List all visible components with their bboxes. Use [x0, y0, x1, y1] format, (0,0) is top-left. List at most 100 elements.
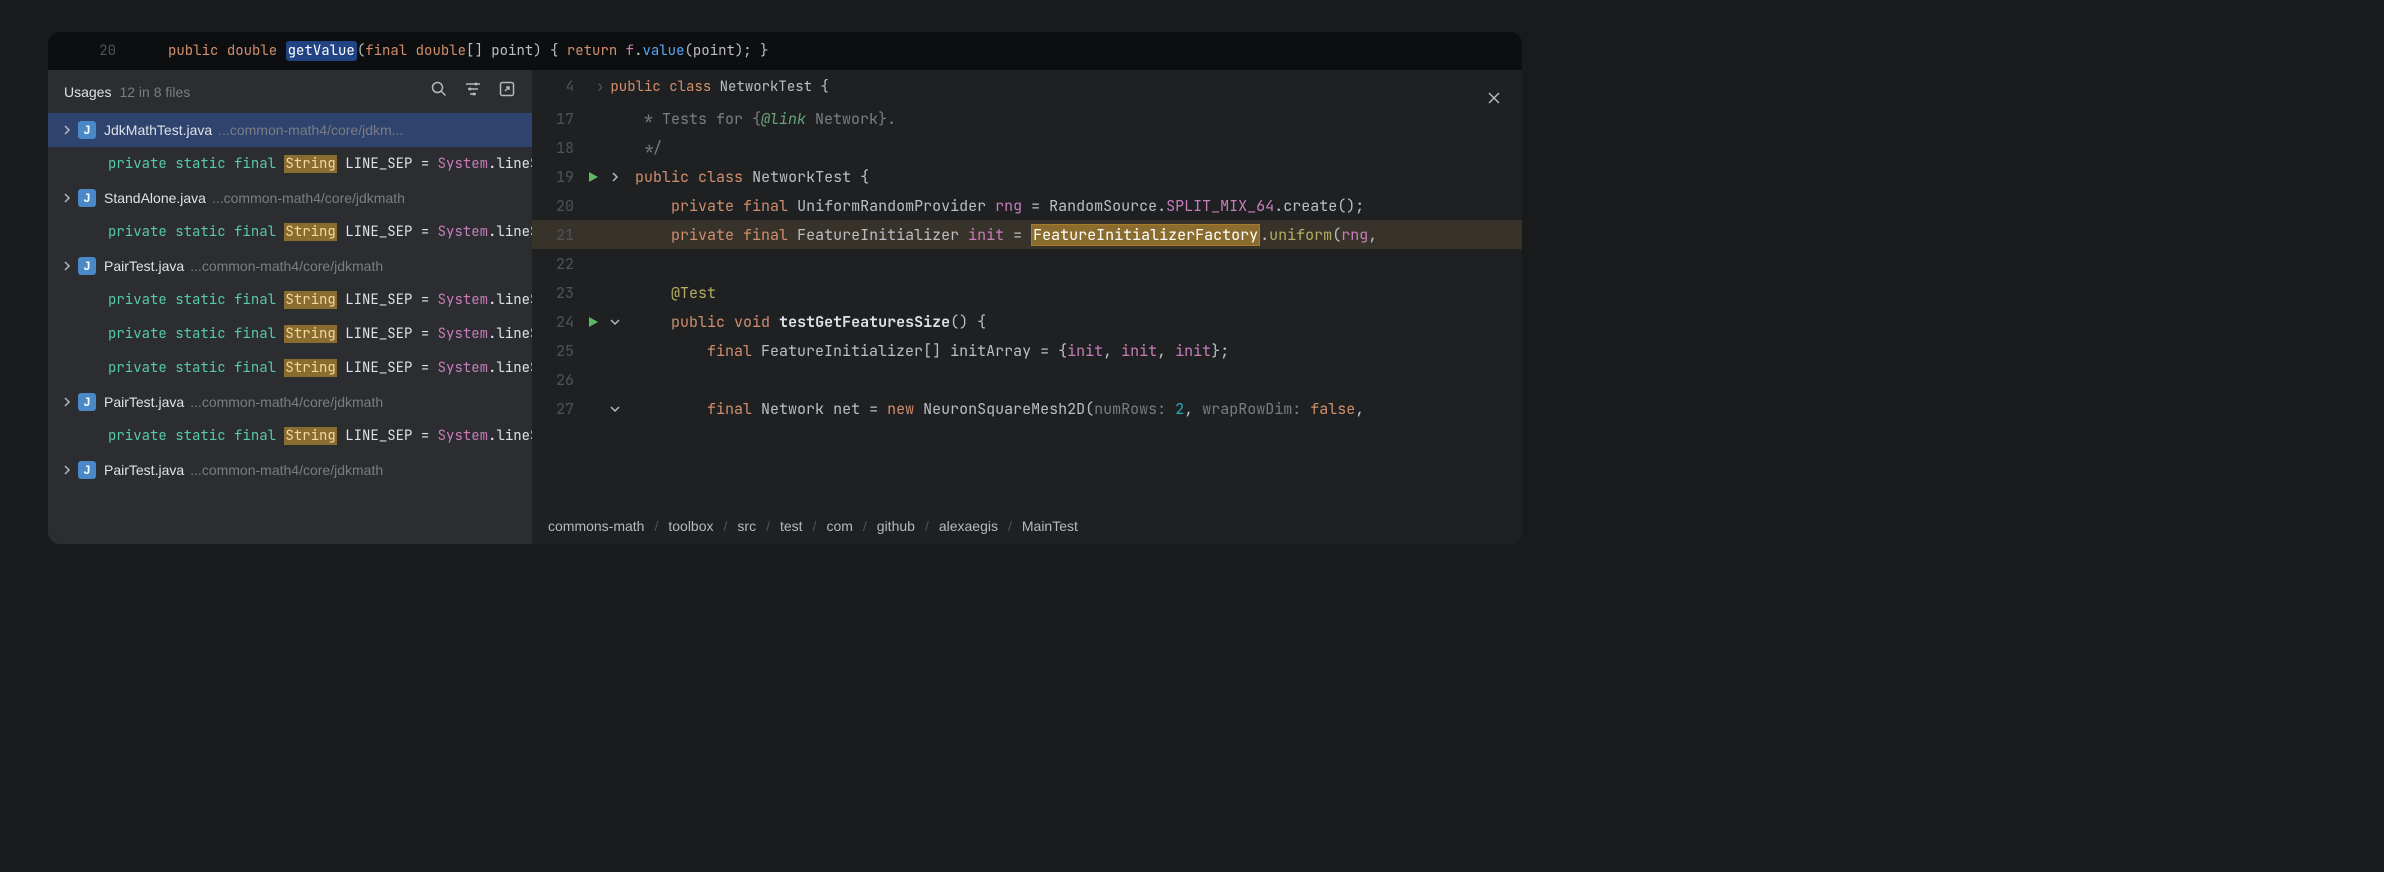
- file-path: ...common-math4/core/jdkmath: [190, 462, 383, 478]
- code-line[interactable]: 21 private final FeatureInitializer init…: [532, 220, 1522, 249]
- usages-title: Usages: [64, 84, 111, 100]
- usage-file-item[interactable]: JPairTest.java...common-math4/core/jdkma…: [48, 385, 532, 419]
- breadcrumb-segment[interactable]: com: [826, 518, 852, 534]
- code-content: @Test: [626, 283, 716, 303]
- file-name: PairTest.java: [104, 462, 184, 478]
- usages-tree[interactable]: J JdkMathTest.java ...common-math4/core/jd…: [48, 113, 532, 544]
- crumb-text: public class NetworkTest {: [610, 78, 828, 96]
- code-line[interactable]: 24 public void testGetFeaturesSize() {: [532, 307, 1522, 336]
- usage-code-item[interactable]: private static final String LINE_SEP = S…: [48, 351, 532, 385]
- file-path: ...common-math4/core/jdkmath: [212, 190, 405, 206]
- preview-crumb[interactable]: 4 › public class NetworkTest {: [532, 70, 1522, 104]
- code-line[interactable]: 18 */: [532, 133, 1522, 162]
- close-icon[interactable]: [1486, 90, 1502, 111]
- code-content: public class NetworkTest {: [626, 167, 869, 187]
- code-snippet: private static final String LINE_SEP = S…: [108, 359, 532, 377]
- usage-code-item[interactable]: private static final String LINE_SEP = S…: [48, 419, 532, 453]
- code-snippet: private static final String LINE_SEP = S…: [108, 291, 532, 309]
- code-content: public double getValue(final double[] po…: [168, 42, 769, 60]
- file-path: ...common-math4/core/jdkmath: [190, 258, 383, 274]
- code-line[interactable]: 19 public class NetworkTest {: [532, 162, 1522, 191]
- usage-file-item[interactable]: J JdkMathTest.java ...common-math4/core/jd…: [48, 113, 532, 147]
- line-number: 19: [532, 167, 574, 187]
- preview-pane: 4 › public class NetworkTest { 17 * Test…: [532, 70, 1522, 544]
- breadcrumb-segment[interactable]: toolbox: [668, 518, 713, 534]
- code-snippet: private static final String LINE_SEP = S…: [108, 427, 532, 445]
- file-name: StandAlone.java: [104, 190, 206, 206]
- usage-code-item[interactable]: private static final String LINE_SEP = S…: [48, 215, 532, 249]
- code-content: private final FeatureInitializer init = …: [626, 225, 1377, 245]
- code-line-20[interactable]: 20 public double getValue(final double[]…: [48, 32, 1522, 70]
- chevron-right-icon[interactable]: [60, 261, 74, 271]
- code-line[interactable]: 22: [532, 249, 1522, 278]
- breadcrumb-segment[interactable]: commons-math: [548, 518, 644, 534]
- code-line[interactable]: 26: [532, 365, 1522, 394]
- line-number: 20: [68, 42, 116, 60]
- filter-icon[interactable]: [464, 80, 482, 103]
- code-line[interactable]: 20 private final UniformRandomProvider r…: [532, 191, 1522, 220]
- breadcrumb-segment[interactable]: src: [737, 518, 756, 534]
- usage-code-item[interactable]: private static final String LINE_SEP = S…: [48, 283, 532, 317]
- breadcrumb-separator: /: [654, 518, 658, 534]
- line-number: 24: [532, 312, 574, 332]
- run-gutter-icon[interactable]: [582, 171, 604, 183]
- breadcrumb-segment[interactable]: test: [780, 518, 803, 534]
- usage-file-item[interactable]: J PairTest.java ...common-math4/core/jdkma…: [48, 453, 532, 487]
- file-name: JdkMathTest.java: [104, 122, 212, 138]
- line-number: 23: [532, 283, 574, 303]
- java-file-icon: J: [78, 257, 96, 275]
- line-number: 25: [532, 341, 574, 361]
- breadcrumb-separator: /: [1008, 518, 1012, 534]
- java-file-icon: J: [78, 461, 96, 479]
- breadcrumb-separator: /: [925, 518, 929, 534]
- line-number: 26: [532, 370, 574, 390]
- breadcrumb-segment[interactable]: github: [877, 518, 915, 534]
- file-path: ...common-math4/core/jdkm...: [218, 122, 403, 138]
- usages-header: Usages 12 in 8 files: [48, 70, 532, 113]
- usage-file-item[interactable]: J PairTest.java ...common-math4/core/jdkma…: [48, 249, 532, 283]
- fold-icon[interactable]: [604, 317, 626, 327]
- breadcrumb-segment[interactable]: MainTest: [1022, 518, 1078, 534]
- breadcrumb-separator: /: [813, 518, 817, 534]
- code-snippet: private static final String LINE_SEP = S…: [108, 155, 532, 173]
- usages-list-pane: Usages 12 in 8 files J JdkMathTest.java..…: [48, 70, 532, 544]
- java-file-icon: J: [78, 393, 96, 411]
- file-name: PairTest.java: [104, 394, 184, 410]
- line-number: 20: [532, 196, 574, 216]
- preview-code[interactable]: 17 * Tests for {@link Network}.18 */19 p…: [532, 104, 1522, 508]
- open-in-tool-window-icon[interactable]: [498, 80, 516, 103]
- code-line[interactable]: 27 final Network net = new NeuronSquareM…: [532, 394, 1522, 423]
- java-file-icon: J: [78, 189, 96, 207]
- line-number: 18: [532, 138, 574, 158]
- code-content: * Tests for {@link Network}.: [626, 109, 896, 129]
- usages-panel: Usages 12 in 8 files J JdkMathTest.java..…: [48, 70, 1522, 544]
- chevron-right-icon[interactable]: [60, 397, 74, 407]
- usages-count: 12 in 8 files: [119, 84, 190, 100]
- breadcrumb[interactable]: commons-math / toolbox / src / test / com / github…: [532, 508, 1522, 544]
- breadcrumb-separator: /: [863, 518, 867, 534]
- chevron-right-icon[interactable]: [60, 465, 74, 475]
- breadcrumb-separator: /: [724, 518, 728, 534]
- chevron-right-icon[interactable]: [60, 193, 74, 203]
- line-number: 27: [532, 399, 574, 419]
- usage-code-item[interactable]: private static final String LINE_SEP = S…: [48, 317, 532, 351]
- usage-file-item[interactable]: J StandAlone.java ...common-math4/core/jdk…: [48, 181, 532, 215]
- file-name: PairTest.java: [104, 258, 184, 274]
- fold-icon[interactable]: [604, 172, 626, 182]
- java-file-icon: J: [78, 121, 96, 139]
- fold-icon[interactable]: [604, 404, 626, 414]
- breadcrumb-segment[interactable]: alexaegis: [939, 518, 998, 534]
- code-content: private final UniformRandomProvider rng …: [626, 196, 1364, 216]
- run-gutter-icon[interactable]: [582, 316, 604, 328]
- chevron-right-icon[interactable]: [60, 125, 74, 135]
- code-line[interactable]: 17 * Tests for {@link Network}.: [532, 104, 1522, 133]
- code-line[interactable]: 25 final FeatureInitializer[] initArray …: [532, 336, 1522, 365]
- usage-code-item[interactable]: private static final String LINE_SEP = S…: [48, 147, 532, 181]
- search-icon[interactable]: [430, 80, 448, 103]
- code-line[interactable]: 23 @Test: [532, 278, 1522, 307]
- code-snippet: private static final String LINE_SEP = S…: [108, 325, 532, 343]
- code-content: final FeatureInitializer[] initArray = {…: [626, 341, 1229, 361]
- line-number: 17: [532, 109, 574, 129]
- line-number: 21: [532, 225, 574, 245]
- code-content: public void testGetFeaturesSize() {: [626, 312, 986, 332]
